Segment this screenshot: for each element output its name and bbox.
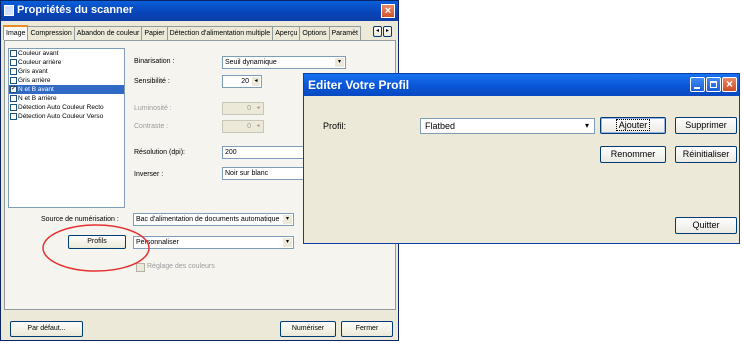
binarisation-select[interactable]: Seuil dynamique ▾ <box>222 56 346 69</box>
tab-image[interactable]: Image <box>3 25 29 40</box>
close-button[interactable]: Fermer <box>341 321 393 337</box>
spin-arrow-icon: ◂ <box>254 122 262 131</box>
scanner-app-icon <box>4 5 14 16</box>
contraste-spinner: 0 ◂ <box>222 120 264 133</box>
checkbox[interactable] <box>10 49 17 57</box>
binarisation-value: Seuil dynamique <box>225 59 277 66</box>
luminosite-value: 0 <box>247 105 251 112</box>
resolution-label: Résolution (dpi): <box>134 149 185 156</box>
list-item[interactable]: Gris arrière <box>9 76 124 85</box>
inverser-select[interactable]: Noir sur blanc <box>222 167 304 180</box>
tab-settings[interactable]: Paramèt <box>328 26 361 40</box>
source-select[interactable]: Bac d'alimentation de documents automati… <box>133 213 294 226</box>
default-button[interactable]: Par défaut... <box>10 321 83 337</box>
checkbox[interactable] <box>10 58 17 66</box>
quit-button[interactable]: Quitter <box>675 217 737 234</box>
source-value: Bac d'alimentation de documents automati… <box>136 216 280 223</box>
rename-button[interactable]: Renommer <box>600 146 666 163</box>
list-item[interactable]: Détection Auto Couleur Recto <box>9 103 124 112</box>
sensibilite-spinner[interactable]: 20 ◂ <box>222 75 262 88</box>
resolution-select[interactable]: 200 <box>222 146 304 159</box>
delete-button[interactable]: Supprimer <box>675 117 737 134</box>
tab-paper[interactable]: Papier <box>141 26 168 40</box>
tab-options[interactable]: Options <box>299 26 330 40</box>
profils-select[interactable]: Personnaliser ▾ <box>133 236 294 249</box>
checkbox[interactable] <box>10 112 17 120</box>
minimize-icon[interactable] <box>690 77 705 92</box>
tab-color-dropout[interactable]: Abandon de couleur <box>73 26 143 40</box>
tab-preview[interactable]: Aperçu <box>272 26 301 40</box>
list-item[interactable]: Couleur arrière <box>9 58 124 67</box>
scanner-window-title: Propriétés du scanner <box>17 4 134 16</box>
spin-arrow-icon: ◂ <box>254 104 262 113</box>
tab-scroll-left-icon[interactable]: ◂ <box>373 26 382 37</box>
list-item[interactable]: Couleur avant <box>9 49 124 58</box>
tab-multifeed[interactable]: Détection d'alimentation multiple <box>166 26 274 40</box>
scanner-tab-strip: Image Compression Abandon de couleur Papier… <box>3 25 395 40</box>
list-item-selected[interactable]: ✓ N et B avant <box>9 85 124 94</box>
scan-button[interactable]: Numériser <box>280 321 336 337</box>
chevron-down-icon[interactable]: ▾ <box>283 215 292 224</box>
list-item[interactable]: Détection Auto Couleur Verso <box>9 112 124 121</box>
list-item[interactable]: Gris avant <box>9 67 124 76</box>
chevron-down-icon[interactable]: ▾ <box>335 58 344 67</box>
luminosite-label: Luminosité : <box>134 105 172 112</box>
contraste-value: 0 <box>247 123 251 130</box>
annotation-ellipse-shape <box>42 224 150 272</box>
close-icon[interactable]: × <box>722 77 737 92</box>
profile-value: Flatbed <box>425 121 456 131</box>
reglage-label: Réglage des couleurs <box>147 263 215 270</box>
binarisation-label: Binarisation : <box>134 58 175 65</box>
tab-scroll-right-icon[interactable]: ▸ <box>383 26 392 37</box>
add-button[interactable]: Ajouter <box>600 117 666 134</box>
add-button-label: Ajouter <box>615 119 651 131</box>
inverser-label: Inverser : <box>134 171 164 178</box>
spin-arrow-icon[interactable]: ◂ <box>252 77 260 86</box>
dialog-title-bar[interactable]: Editer Votre Profil × <box>304 74 739 96</box>
dialog-title: Editer Votre Profil <box>308 78 410 92</box>
tab-compression[interactable]: Compression <box>27 26 75 40</box>
reset-button[interactable]: Réinitialiser <box>675 146 737 163</box>
scanner-title-bar[interactable]: Propriétés du scanner × <box>1 1 398 21</box>
sensibilite-value: 20 <box>241 78 249 85</box>
checkbox[interactable] <box>10 94 17 102</box>
annotation-ellipse <box>42 224 150 272</box>
sensibilite-label: Sensibilité : <box>134 78 170 85</box>
profile-label: Profil: <box>323 121 347 131</box>
checkbox[interactable] <box>10 103 17 111</box>
scanner-close-icon[interactable]: × <box>381 4 395 18</box>
chevron-down-icon[interactable]: ▾ <box>283 238 292 247</box>
luminosite-spinner: 0 ◂ <box>222 102 264 115</box>
checkbox-checked[interactable]: ✓ <box>10 85 17 93</box>
inverser-value: Noir sur blanc <box>225 170 269 177</box>
checkbox[interactable] <box>10 67 17 75</box>
checkbox[interactable] <box>10 76 17 84</box>
contraste-label: Contraste : <box>134 123 169 130</box>
edit-profile-dialog: Editer Votre Profil × Profil: Flatbed ▾ … <box>303 73 740 244</box>
image-type-list: Couleur avant Couleur arrière Gris avant… <box>8 48 125 208</box>
chevron-down-icon[interactable]: ▾ <box>582 121 592 131</box>
list-item[interactable]: N et B arrière <box>9 94 124 103</box>
profile-select[interactable]: Flatbed ▾ <box>420 118 595 134</box>
maximize-icon[interactable] <box>706 77 721 92</box>
resolution-value: 200 <box>225 149 237 156</box>
